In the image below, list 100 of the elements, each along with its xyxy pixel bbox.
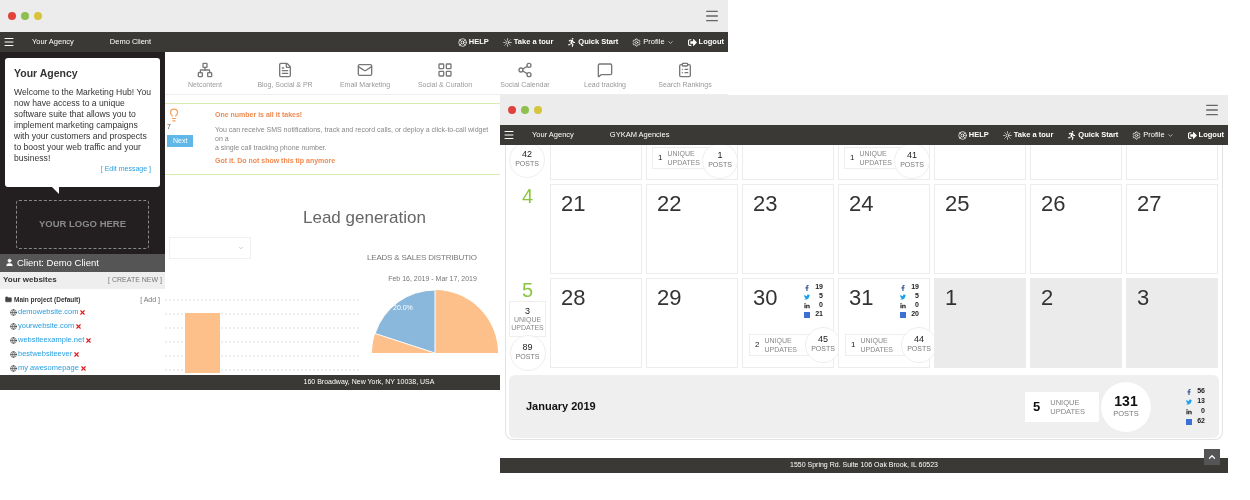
day-number: 21 <box>561 193 586 215</box>
day-cell[interactable]: 3 <box>1126 278 1218 368</box>
square-icon <box>804 311 810 318</box>
day-cell[interactable] <box>1030 145 1122 180</box>
twitter-icon <box>1186 398 1192 405</box>
scroll-top-button[interactable] <box>1204 449 1220 465</box>
envelope-icon <box>357 61 373 78</box>
section-title: Lead generation <box>302 207 427 229</box>
day-cell[interactable]: 29 <box>646 278 738 368</box>
caret-icon <box>666 38 674 46</box>
square-icon <box>900 311 906 318</box>
user-icon <box>5 258 14 268</box>
globe-icon <box>10 308 17 316</box>
linkedin-icon <box>804 302 810 309</box>
day-cell[interactable]: 24 <box>838 184 930 274</box>
globe-icon <box>10 336 17 344</box>
day-number: 24 <box>849 193 874 215</box>
unique-count: 2 <box>755 339 760 351</box>
delete-icon[interactable] <box>79 308 87 316</box>
dropdown-field[interactable] <box>169 236 251 259</box>
menu-icon[interactable] <box>503 129 515 141</box>
day-cell[interactable]: 2 <box>1030 278 1122 368</box>
linkedin-icon <box>1186 408 1192 415</box>
unique-count: 5 <box>1033 397 1041 416</box>
day-number: 25 <box>945 193 970 215</box>
lifebuoy-icon <box>457 37 467 47</box>
delete-icon[interactable] <box>79 364 87 372</box>
globe-icon <box>10 364 17 372</box>
day-cell[interactable]: 21 <box>550 184 642 274</box>
chevron-up-icon <box>1207 452 1217 462</box>
posts-count: 89 <box>522 343 533 353</box>
menu-icon[interactable] <box>3 36 15 48</box>
square-icon <box>1186 418 1192 425</box>
running-person-icon <box>1067 130 1077 140</box>
day-cell[interactable]: 27 <box>1126 184 1218 274</box>
day-number: 26 <box>1041 193 1066 215</box>
day-number: 1 <box>945 287 958 309</box>
linkedin-icon <box>900 302 906 309</box>
posts-count: 42 <box>522 150 532 160</box>
facebook-icon <box>900 284 906 291</box>
day-number: 30 <box>753 287 778 309</box>
day-cell[interactable]: 23 <box>742 184 834 274</box>
clipboard-icon <box>677 61 693 78</box>
delete-icon[interactable] <box>75 322 83 330</box>
day-number: 27 <box>1137 193 1162 215</box>
logout-icon <box>1187 130 1197 140</box>
unique-count: 3 <box>525 306 530 316</box>
websites-title: Your websites <box>3 274 57 286</box>
unique-count: 1 <box>851 339 856 351</box>
unique-count: 1 <box>658 152 663 164</box>
logout-icon <box>687 37 697 47</box>
facebook-icon <box>1186 388 1192 395</box>
folder-icon <box>5 296 12 304</box>
month-title: January 2019 <box>526 399 596 415</box>
week-number: 4 <box>521 186 534 206</box>
day-number: 28 <box>561 287 586 309</box>
posts-count: 1 <box>717 151 723 161</box>
chart-title: LEADS & SALES DISTRIBUTIO <box>367 251 477 264</box>
caret-icon <box>238 244 244 251</box>
document-icon <box>277 61 293 78</box>
day-number: 22 <box>657 193 682 215</box>
network-icon <box>197 61 213 78</box>
day-cell[interactable] <box>550 145 642 180</box>
day-cell[interactable]: 28 <box>550 278 642 368</box>
popover-text: Welcome to the Marketing Hub! You now have access to a unique software suite that allows you to implement marketing campaigns with your customers and prospects to boost your web traffic and your business! <box>14 86 151 164</box>
sun-icon <box>502 37 512 47</box>
sun-icon <box>1002 130 1012 140</box>
facebook-icon <box>804 284 810 291</box>
lifebuoy-icon <box>957 130 967 140</box>
day-cell[interactable] <box>742 145 834 180</box>
lightbulb-icon <box>167 108 181 122</box>
posts-count: 41 <box>907 151 917 161</box>
day-cell[interactable] <box>1126 145 1218 180</box>
day-cell[interactable]: 26 <box>1030 184 1122 274</box>
posts-count: 131 <box>1114 393 1138 408</box>
day-number: 3 <box>1137 287 1150 309</box>
day-cell[interactable] <box>934 145 1026 180</box>
menu-icon[interactable] <box>1204 102 1220 118</box>
posts-count: 44 <box>914 335 924 345</box>
chat-bubble-icon <box>597 61 613 78</box>
popover-title: Your Agency <box>14 66 79 81</box>
day-cell[interactable]: 22 <box>646 184 738 274</box>
delete-icon[interactable] <box>85 336 93 344</box>
day-number: 29 <box>657 287 682 309</box>
day-number: 2 <box>1041 287 1054 309</box>
globe-icon <box>10 350 17 358</box>
unique-count: 1 <box>850 152 855 164</box>
globe-icon <box>10 322 17 330</box>
day-cell[interactable]: 25 <box>934 184 1026 274</box>
day-cell[interactable]: 1 <box>934 278 1026 368</box>
menu-icon[interactable] <box>704 8 720 24</box>
twitter-icon <box>804 293 810 300</box>
running-person-icon <box>567 37 577 47</box>
posts-count: 45 <box>818 335 828 345</box>
logo-upload-field[interactable]: YOUR LOGO HERE <box>16 199 149 249</box>
day-number: 23 <box>753 193 778 215</box>
delete-icon[interactable] <box>73 350 81 358</box>
twitter-icon <box>900 293 906 300</box>
share-icon <box>517 61 533 78</box>
caret-icon <box>1166 131 1174 139</box>
